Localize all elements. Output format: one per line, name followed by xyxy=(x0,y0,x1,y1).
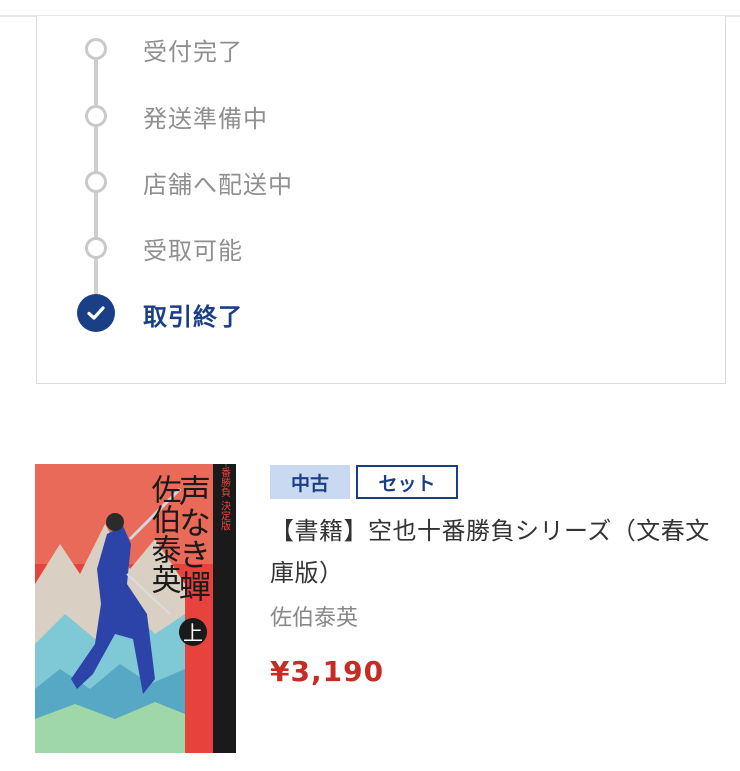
step-dot-icon xyxy=(85,237,107,259)
step-label: 受取可能 xyxy=(143,237,243,265)
product-item[interactable]: 空也十番勝負 決定版 声なき蟬 上 佐伯泰英 中古 セット 【書籍】空也十番勝負… xyxy=(0,440,740,771)
cover-author-text: 佐伯泰英 xyxy=(146,474,182,594)
product-author: 佐伯泰英 xyxy=(270,606,359,631)
step-received: 受付完了 xyxy=(37,29,727,69)
step-ready-for-pickup: 受取可能 xyxy=(37,228,727,268)
step-dot-icon xyxy=(85,38,107,60)
order-status-card: 受付完了 発送準備中 店舗へ配送中 受取可能 取引終了 xyxy=(36,16,726,384)
set-badge: セット xyxy=(356,465,458,499)
product-title[interactable]: 【書籍】空也十番勝負シリーズ（文春文庫版） xyxy=(270,510,720,594)
step-preparing-shipment: 発送準備中 xyxy=(37,96,727,136)
step-dot-icon xyxy=(85,171,107,193)
step-dot-icon xyxy=(85,105,107,127)
step-label: 取引終了 xyxy=(143,303,243,331)
step-label: 店舗へ配送中 xyxy=(143,171,293,199)
book-cover-image[interactable]: 空也十番勝負 決定版 声なき蟬 上 佐伯泰英 xyxy=(35,464,236,753)
step-label: 受付完了 xyxy=(143,38,243,66)
step-label: 発送準備中 xyxy=(143,105,268,133)
cover-series-text: 空也十番勝負 決定版 xyxy=(219,464,231,531)
checkmark-icon xyxy=(77,294,115,332)
product-price: ¥3,190 xyxy=(270,655,385,688)
step-shipping-to-store: 店舗へ配送中 xyxy=(37,162,727,202)
condition-badge: 中古 xyxy=(270,465,350,499)
cover-volume-text: 上 xyxy=(183,621,203,645)
step-transaction-complete: 取引終了 xyxy=(37,294,727,334)
product-tags: 中古 セット xyxy=(270,465,458,499)
